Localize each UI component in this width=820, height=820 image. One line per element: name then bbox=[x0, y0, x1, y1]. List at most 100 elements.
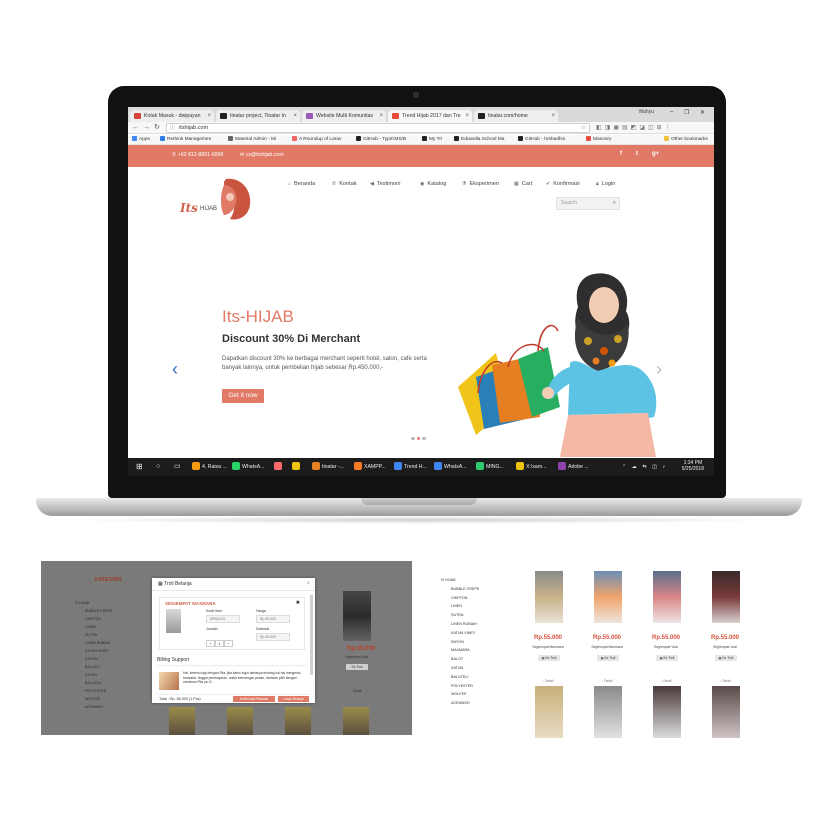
taskbar-app[interactable]: WhatsA... bbox=[232, 461, 265, 473]
google-plus-icon[interactable]: g+ bbox=[652, 151, 659, 157]
site-logo[interactable]: Its HIJAB bbox=[180, 175, 256, 223]
detail-link[interactable]: ⌕ Detail bbox=[526, 679, 570, 683]
facebook-icon[interactable]: f bbox=[620, 151, 622, 157]
category-item[interactable]: LINEN bbox=[75, 623, 113, 631]
taskbar-app[interactable]: XAMPP... bbox=[354, 461, 386, 473]
taskbar-app[interactable] bbox=[292, 461, 302, 473]
product-thumbnail[interactable] bbox=[285, 707, 311, 735]
taskbar-app[interactable]: WhatsA... bbox=[434, 461, 467, 473]
category-item[interactable]: BALUTELI bbox=[441, 673, 479, 682]
system-tray-icons[interactable]: ⌃ ☁ ⇆ ◫ ♪ bbox=[622, 461, 667, 473]
category-item[interactable]: BUBBLE CREPE bbox=[441, 585, 479, 594]
address-bar[interactable]: ⓘ itshijab.com ☆ bbox=[166, 123, 590, 133]
category-item[interactable]: BALOT bbox=[441, 655, 479, 664]
bookmark-item[interactable]: Masonry bbox=[586, 136, 611, 144]
close-icon[interactable]: × bbox=[465, 110, 469, 122]
product-image[interactable] bbox=[712, 686, 740, 738]
nav-konfirmasi[interactable]: ✔ Konfirmasi bbox=[546, 181, 580, 187]
product-thumbnail[interactable] bbox=[343, 707, 369, 735]
detail-link[interactable]: ⌕ Detail bbox=[585, 679, 629, 683]
slider-dot[interactable] bbox=[422, 436, 426, 440]
category-item[interactable]: LINEN RUBIAH bbox=[441, 620, 479, 629]
search-icon[interactable]: ○ bbox=[156, 461, 160, 473]
category-item[interactable]: WOLFEE bbox=[441, 690, 479, 699]
nav-beranda[interactable]: ⌂ Beranda bbox=[288, 181, 315, 187]
close-window-icon[interactable]: ✕ bbox=[700, 109, 705, 116]
category-item[interactable]: ACEWASH bbox=[75, 703, 113, 711]
get-it-now-button[interactable]: Get it now bbox=[222, 389, 264, 403]
category-item[interactable]: LINEN RUBIAH bbox=[75, 639, 113, 647]
remove-item-icon[interactable]: ✖ bbox=[296, 600, 300, 606]
bookmark-item[interactable]: Other bookmarks bbox=[664, 136, 708, 144]
category-item[interactable]: BALLOTI bbox=[75, 663, 113, 671]
taskbar-app[interactable]: MING... bbox=[476, 461, 504, 473]
category-item[interactable]: ⊟ HIJAB bbox=[441, 576, 479, 585]
start-icon[interactable]: ⊞ bbox=[136, 461, 143, 473]
close-icon[interactable]: × bbox=[379, 110, 383, 122]
bookmark-item[interactable]: Apps bbox=[132, 136, 150, 144]
detail-link[interactable]: ⌕ Detail bbox=[644, 679, 688, 683]
taskbar-app[interactable] bbox=[274, 461, 284, 473]
category-item[interactable]: MAXMARA bbox=[441, 646, 479, 655]
search-icon[interactable]: ⌕ bbox=[613, 198, 616, 209]
clock[interactable]: 1:34 PM 5/25/2018 bbox=[682, 460, 704, 472]
taskbar-app[interactable]: 4. Raisa ... bbox=[192, 461, 227, 473]
decrement-button[interactable]: − bbox=[224, 640, 233, 647]
product-image[interactable] bbox=[594, 571, 622, 623]
bookmark-item[interactable]: A Roundup of Larav bbox=[292, 136, 341, 144]
category-item[interactable]: BUBBLE CREPE bbox=[75, 607, 113, 615]
product-image[interactable] bbox=[343, 591, 371, 641]
search-input[interactable]: Search ⌕ bbox=[556, 197, 620, 210]
bookmark-item[interactable]: Material Admin - Mi bbox=[228, 136, 276, 144]
category-item[interactable]: CHIFFON bbox=[441, 594, 479, 603]
detail-link[interactable]: ⌕ Detail bbox=[703, 679, 747, 683]
detail-link[interactable]: Detail bbox=[353, 689, 361, 693]
taskbar-app[interactable]: tinatar -... bbox=[312, 461, 344, 473]
modal-scrollbar[interactable] bbox=[310, 595, 313, 675]
nav-cart[interactable]: ▦ Cart bbox=[514, 181, 532, 187]
profile-name[interactable]: Wahyu bbox=[639, 109, 654, 115]
close-icon[interactable]: × bbox=[207, 110, 211, 122]
bookmark-item[interactable]: GitHub - TypiCMS/B bbox=[356, 136, 406, 144]
bookmark-item[interactable]: Rethink Managemen bbox=[160, 136, 211, 144]
category-item[interactable]: BALUTELI bbox=[75, 679, 113, 687]
category-item[interactable]: SUTRA bbox=[75, 631, 113, 639]
browser-tab[interactable]: tinatar project, Tinatar In × bbox=[216, 110, 300, 122]
category-item[interactable]: LINEN bbox=[441, 602, 479, 611]
nav-katalog[interactable]: ◉ Katalog bbox=[420, 181, 446, 187]
twitter-icon[interactable]: t bbox=[636, 151, 638, 157]
category-item[interactable]: KATUN VINEY bbox=[441, 629, 479, 638]
category-item[interactable]: SUTRA bbox=[441, 611, 479, 620]
add-to-cart-button[interactable]: Ke Troli bbox=[346, 664, 368, 670]
product-image[interactable] bbox=[535, 571, 563, 623]
close-icon[interactable]: × bbox=[551, 110, 555, 122]
browser-tab-active[interactable]: Trend Hijab 2017 dan Tre × bbox=[388, 110, 472, 122]
confirm-order-button[interactable]: Konfirmasi Pesanan bbox=[233, 696, 275, 702]
task-view-icon[interactable]: ▭ bbox=[174, 461, 181, 473]
product-thumbnail[interactable] bbox=[227, 707, 253, 735]
add-to-cart-button[interactable]: ▦ Ke Troli bbox=[597, 655, 619, 661]
forward-icon[interactable]: → bbox=[143, 123, 150, 133]
reload-icon[interactable]: ↻ bbox=[154, 123, 160, 133]
category-item[interactable]: RAYON bbox=[441, 638, 479, 647]
nav-eksperimen[interactable]: ⚗ Eksperimen bbox=[462, 181, 499, 187]
product-image[interactable] bbox=[712, 571, 740, 623]
add-to-cart-button[interactable]: ▦ Ke Troli bbox=[538, 655, 560, 661]
bookmark-item[interactable]: GitHub - hrshadhin bbox=[518, 136, 565, 144]
add-to-cart-button[interactable]: ▦ Ke Troli bbox=[715, 655, 737, 661]
product-image[interactable] bbox=[594, 686, 622, 738]
category-item[interactable]: KATUN VINEY bbox=[75, 647, 113, 655]
close-icon[interactable]: × bbox=[306, 578, 310, 591]
quantity-stepper[interactable]: +1− bbox=[206, 640, 233, 647]
category-item[interactable]: KATUN bbox=[75, 671, 113, 679]
taskbar-app-active[interactable]: Trend H... bbox=[394, 461, 427, 473]
bookmark-item[interactable]: My Tri bbox=[422, 136, 442, 144]
category-item[interactable]: RAYON bbox=[75, 655, 113, 663]
maximize-icon[interactable]: ❐ bbox=[684, 109, 689, 116]
nav-login[interactable]: 🔒︎ Login bbox=[596, 181, 615, 187]
browser-tab[interactable]: tinatar.com/home × bbox=[474, 110, 558, 122]
product-image[interactable] bbox=[535, 686, 563, 738]
minimize-icon[interactable]: – bbox=[670, 109, 673, 115]
extension-icons[interactable]: ◧◨▣▤◩◪◫⊞⋮ bbox=[596, 124, 674, 131]
nav-kontak[interactable]: ✆ Kontak bbox=[332, 181, 357, 187]
